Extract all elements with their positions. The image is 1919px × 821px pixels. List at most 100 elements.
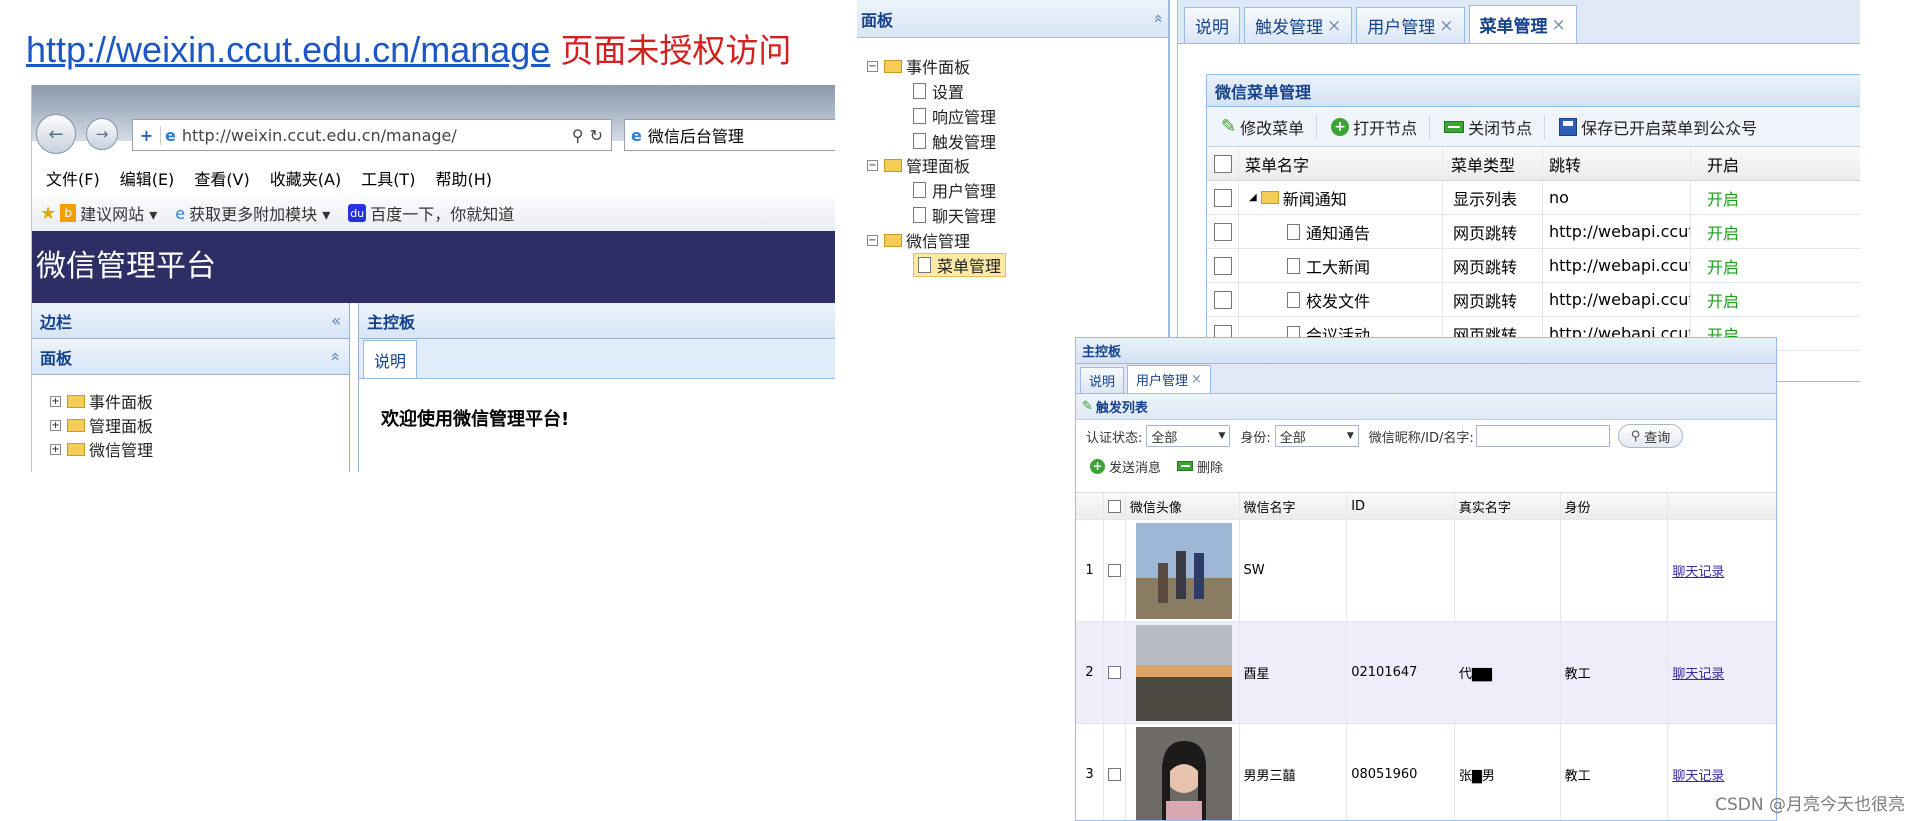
refresh-icon[interactable]: ↻ (590, 126, 603, 145)
menu-edit[interactable]: 编辑(E) (120, 166, 175, 190)
table-row[interactable]: 通知通告 网页跳转 http://webapi.ccut. 开启 (1207, 215, 1860, 249)
fav-get-addons[interactable]: 获取更多附加模块 ▾ (189, 201, 330, 225)
panel-tree-header: 面板 « (857, 0, 1169, 38)
close-icon[interactable]: × (1327, 16, 1341, 36)
col-menu-type[interactable]: 菜单类型 (1443, 147, 1543, 180)
tab-intro[interactable]: 说明 (1080, 367, 1125, 393)
col-real-name[interactable]: 真实名字 (1455, 493, 1561, 519)
row-checkbox[interactable] (1107, 666, 1121, 679)
add-circle-icon: + (1090, 458, 1105, 474)
menu-file[interactable]: 文件(F) (46, 166, 100, 190)
back-arrow-icon: ← (48, 123, 64, 145)
tree-node-event-panel[interactable]: − 事件面板 (867, 54, 970, 78)
table-row[interactable]: ◢ 新闻通知 显示列表 no 开启 (1207, 181, 1860, 215)
col-id[interactable]: ID (1347, 493, 1455, 519)
col-menu-name[interactable]: 菜单名字 (1239, 147, 1443, 180)
tab-menu-manage[interactable]: 菜单管理 × (1468, 5, 1577, 43)
fav-baidu[interactable]: 百度一下，你就知道 (370, 201, 514, 225)
tree-node-chat-manage[interactable]: 聊天管理 (913, 203, 996, 227)
role-select[interactable]: 全部 ▼ (1274, 425, 1359, 447)
row-number: 1 (1076, 520, 1104, 621)
collapse-up-icon[interactable]: « (327, 352, 346, 362)
star-icon: ★ (40, 202, 57, 224)
search-input[interactable] (1475, 425, 1610, 447)
headline-description: 页面未授权访问 (560, 31, 792, 70)
tree-node-event-panel[interactable]: + 事件面板 (50, 389, 349, 413)
tab-trigger-manage[interactable]: 触发管理 × (1244, 7, 1353, 43)
col-wechat-name[interactable]: 微信名字 (1240, 493, 1348, 519)
address-bar[interactable]: + e http://weixin.ccut.edu.cn/manage/ ⚲ … (132, 119, 612, 151)
tree-node-wechat-manage[interactable]: − 微信管理 (867, 228, 970, 252)
send-message-button[interactable]: + 发送消息 (1090, 457, 1161, 476)
tree-label: 菜单管理 (937, 257, 1002, 276)
table-row[interactable]: 校发文件 网页跳转 http://webapi.ccut. 开启 (1207, 283, 1860, 317)
collapse-minus-icon[interactable]: − (867, 60, 878, 72)
open-node-button[interactable]: + 打开节点 (1331, 115, 1417, 139)
row-checkbox[interactable] (1213, 188, 1232, 207)
tree-node-wechat-manage[interactable]: + 微信管理 (50, 437, 349, 461)
main-tabstrip: 说明 触发管理 × 用户管理 × 菜单管理 × (1178, 0, 1860, 44)
expand-plus-icon[interactable]: + (50, 395, 61, 407)
tree-node-trigger-manage[interactable]: 触发管理 (913, 129, 996, 153)
close-icon[interactable]: × (1439, 16, 1453, 36)
headline-url-link[interactable]: http://weixin.ccut.edu.cn/manage (26, 29, 550, 71)
col-jump[interactable]: 跳转 (1543, 147, 1691, 180)
welcome-message: 欢迎使用微信管理平台! (381, 409, 570, 430)
chat-record-link[interactable]: 聊天记录 (1672, 561, 1724, 580)
forward-button[interactable]: → (86, 118, 118, 150)
close-icon[interactable]: × (1191, 372, 1202, 387)
select-all-checkbox[interactable] (1107, 499, 1121, 513)
query-button[interactable]: ⚲ 查询 (1617, 424, 1684, 448)
back-button[interactable]: ← (36, 114, 76, 154)
collapse-left-icon[interactable]: « (331, 311, 341, 330)
row-checkbox[interactable] (1107, 564, 1121, 577)
tab-user-manage[interactable]: 用户管理 × (1127, 365, 1211, 393)
collapse-up-icon[interactable]: « (1150, 14, 1169, 24)
edit-menu-button[interactable]: ✎ 修改菜单 (1221, 115, 1304, 139)
tab-intro[interactable]: 说明 (1184, 7, 1240, 43)
tab-user-manage[interactable]: 用户管理 × (1356, 7, 1465, 43)
table-row[interactable]: 2 酉星 02101647 代▇▇ 教工 聊天记录 (1076, 622, 1776, 724)
chat-record-link[interactable]: 聊天记录 (1672, 663, 1724, 682)
collapse-minus-icon[interactable]: − (867, 234, 878, 246)
auth-status-select[interactable]: 全部 ▼ (1146, 425, 1231, 447)
trigger-list-title: 触发列表 (1095, 401, 1148, 416)
save-to-account-button[interactable]: 保存已开启菜单到公众号 (1559, 115, 1757, 139)
menu-help[interactable]: 帮助(H) (435, 166, 492, 190)
row-checkbox[interactable] (1213, 222, 1232, 241)
delete-button[interactable]: 删除 (1177, 457, 1223, 476)
row-checkbox[interactable] (1213, 256, 1232, 275)
close-node-button[interactable]: 关闭节点 (1444, 115, 1532, 139)
tree-node-response-manage[interactable]: 响应管理 (913, 104, 996, 128)
expand-plus-icon[interactable]: + (50, 443, 61, 455)
menu-tools[interactable]: 工具(T) (361, 166, 415, 190)
fav-suggested-sites[interactable]: 建议网站 ▾ (80, 201, 157, 225)
table-row[interactable]: 3 男男三囍 08051960 张▇男 教工 聊天记录 (1076, 724, 1776, 820)
col-avatar[interactable]: 微信头像 (1126, 493, 1240, 519)
tree-node-manage-panel[interactable]: + 管理面板 (50, 413, 349, 437)
tree-node-menu-manage-selected[interactable]: 菜单管理 (913, 253, 1007, 277)
table-row[interactable]: 工大新闻 网页跳转 http://webapi.ccut. 开启 (1207, 249, 1860, 283)
menu-admin-screenshot: 面板 « − 事件面板 设置 响应管理 触发管理 − 管理面板 用户管理 聊天管… (857, 0, 1860, 382)
tree-node-settings[interactable]: 设置 (913, 79, 964, 103)
expand-plus-icon[interactable]: + (50, 419, 61, 431)
tree-label: 聊天管理 (932, 207, 997, 226)
close-icon[interactable]: × (1552, 15, 1566, 35)
tree-node-manage-panel[interactable]: − 管理面板 (867, 153, 970, 177)
role-value: 全部 (1279, 430, 1306, 446)
browser-tab[interactable]: e 微信后台管理 (624, 119, 835, 151)
chat-record-link[interactable]: 聊天记录 (1672, 765, 1724, 784)
table-row[interactable]: 1 SW 聊天记录 (1076, 520, 1776, 622)
col-enabled[interactable]: 开启 (1691, 147, 1771, 180)
avatar-cell (1126, 520, 1240, 621)
menu-favorites[interactable]: 收藏夹(A) (270, 166, 341, 190)
row-checkbox[interactable] (1213, 290, 1232, 309)
col-role[interactable]: 身份 (1561, 493, 1669, 519)
menu-view[interactable]: 查看(V) (194, 166, 249, 190)
tab-intro[interactable]: 说明 (363, 340, 418, 378)
triangle-collapse-icon[interactable]: ◢ (1249, 192, 1257, 203)
tree-node-user-manage[interactable]: 用户管理 (913, 178, 996, 202)
select-all-checkbox[interactable] (1213, 154, 1232, 173)
collapse-minus-icon[interactable]: − (867, 159, 878, 171)
row-checkbox[interactable] (1107, 768, 1121, 781)
